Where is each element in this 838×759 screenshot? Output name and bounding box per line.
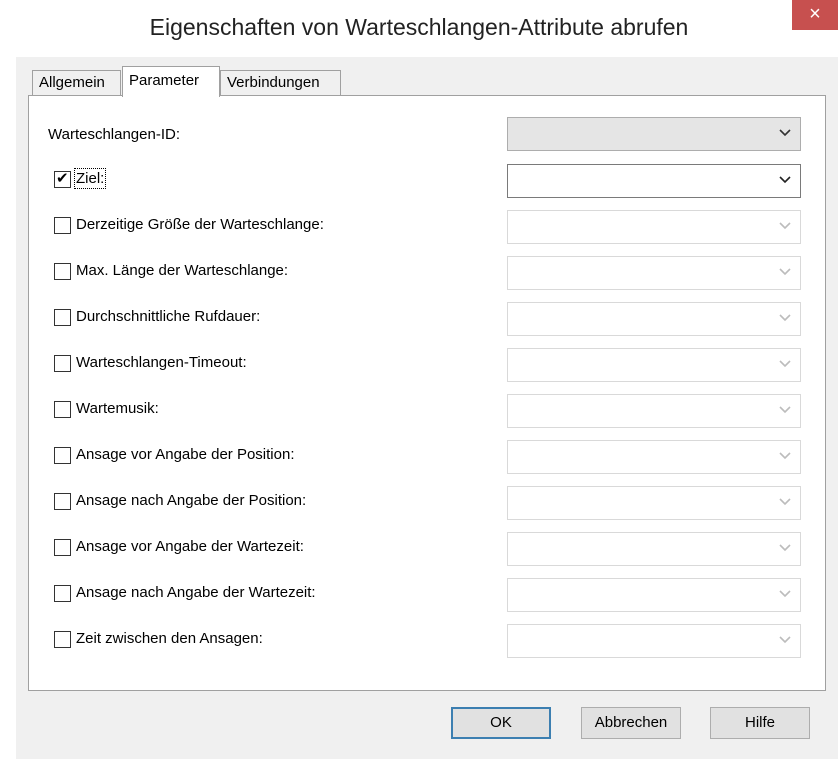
help-button[interactable]: Hilfe bbox=[710, 707, 810, 739]
tab-parameter[interactable]: Parameter bbox=[122, 66, 220, 97]
option-label[interactable]: Durchschnittliche Rufdauer: bbox=[76, 308, 260, 325]
option-dropdown[interactable] bbox=[507, 302, 801, 336]
option-dropdown[interactable] bbox=[507, 486, 801, 520]
cancel-button[interactable]: Abbrechen bbox=[581, 707, 681, 739]
chevron-down-icon bbox=[779, 406, 791, 414]
option-dropdown[interactable] bbox=[507, 440, 801, 474]
option-dropdown[interactable] bbox=[507, 256, 801, 290]
option-dropdown[interactable] bbox=[507, 164, 801, 198]
chevron-down-icon bbox=[779, 360, 791, 368]
chevron-down-icon bbox=[779, 636, 791, 644]
window-frame-left bbox=[0, 57, 16, 759]
queue-id-label: Warteschlangen-ID: bbox=[48, 126, 180, 143]
option-checkbox[interactable] bbox=[54, 309, 71, 326]
option-checkbox[interactable] bbox=[54, 401, 71, 418]
close-button[interactable]: × bbox=[792, 0, 838, 30]
option-dropdown[interactable] bbox=[507, 348, 801, 382]
option-checkbox[interactable] bbox=[54, 585, 71, 602]
option-label[interactable]: Ansage vor Angabe der Position: bbox=[76, 446, 294, 463]
title-bar: Eigenschaften von Warteschlangen-Attribu… bbox=[0, 0, 838, 57]
tab-verbindungen[interactable]: Verbindungen bbox=[220, 70, 341, 96]
chevron-down-icon bbox=[779, 590, 791, 598]
option-checkbox[interactable] bbox=[54, 217, 71, 234]
option-label[interactable]: Max. Länge der Warteschlange: bbox=[76, 262, 288, 279]
option-dropdown[interactable] bbox=[507, 578, 801, 612]
close-icon: × bbox=[809, 3, 821, 25]
queue-id-dropdown[interactable] bbox=[507, 117, 801, 151]
option-checkbox[interactable] bbox=[54, 631, 71, 648]
tab-label: Allgemein bbox=[39, 74, 105, 91]
chevron-down-icon bbox=[779, 498, 791, 506]
window-title: Eigenschaften von Warteschlangen-Attribu… bbox=[149, 14, 689, 40]
option-checkbox[interactable] bbox=[54, 539, 71, 556]
option-label[interactable]: Warteschlangen-Timeout: bbox=[76, 354, 247, 371]
tab-label: Parameter bbox=[129, 72, 200, 89]
chevron-down-icon bbox=[779, 544, 791, 552]
option-checkbox[interactable] bbox=[54, 355, 71, 372]
tab-label: Verbindungen bbox=[227, 74, 320, 91]
chevron-down-icon bbox=[779, 176, 791, 184]
ok-button[interactable]: OK bbox=[451, 707, 551, 739]
option-dropdown[interactable] bbox=[507, 394, 801, 428]
option-label[interactable]: Derzeitige Größe der Warteschlange: bbox=[76, 216, 324, 233]
option-label[interactable]: Zeit zwischen den Ansagen: bbox=[76, 630, 263, 647]
chevron-down-icon bbox=[779, 314, 791, 322]
tab-allgemein[interactable]: Allgemein bbox=[32, 70, 121, 96]
option-dropdown[interactable] bbox=[507, 532, 801, 566]
option-checkbox[interactable] bbox=[54, 263, 71, 280]
chevron-down-icon bbox=[779, 129, 791, 137]
chevron-down-icon bbox=[779, 452, 791, 460]
chevron-down-icon bbox=[779, 222, 791, 230]
option-label[interactable]: Ansage nach Angabe der Wartezeit: bbox=[76, 584, 316, 601]
option-label[interactable]: Ansage vor Angabe der Wartezeit: bbox=[76, 538, 304, 555]
option-checkbox[interactable] bbox=[54, 447, 71, 464]
option-dropdown[interactable] bbox=[507, 210, 801, 244]
option-label[interactable]: Ziel: bbox=[73, 168, 107, 189]
option-label[interactable]: Ansage nach Angabe der Position: bbox=[76, 492, 306, 509]
option-dropdown[interactable] bbox=[507, 624, 801, 658]
option-checkbox[interactable] bbox=[54, 169, 71, 188]
chevron-down-icon bbox=[779, 268, 791, 276]
option-checkbox[interactable] bbox=[54, 493, 71, 510]
option-label[interactable]: Wartemusik: bbox=[76, 400, 159, 417]
